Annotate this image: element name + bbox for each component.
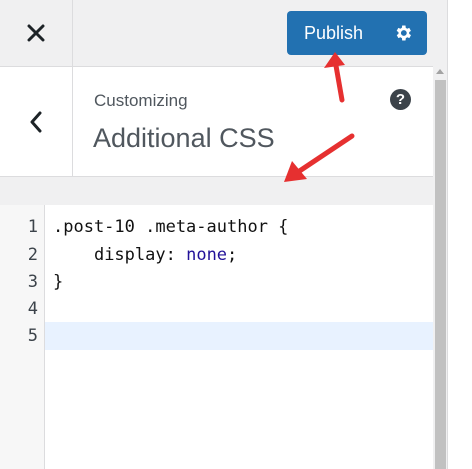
css-value: none <box>186 245 228 265</box>
line-number: 2 <box>27 245 38 265</box>
css-indent <box>53 245 94 265</box>
help-glyph: ? <box>395 91 406 108</box>
css-brace: { <box>267 217 289 237</box>
customizer-header: Publish <box>0 0 433 67</box>
chevron-left-icon <box>30 111 42 132</box>
line-number: 1 <box>27 217 38 237</box>
css-brace: } <box>53 272 64 292</box>
css-code-editor[interactable]: 1 2 3 4 5 .post-10 .meta-author { displa… <box>0 205 433 469</box>
code-line: } <box>53 272 63 292</box>
breadcrumb: Customizing <box>94 91 188 110</box>
close-button[interactable] <box>0 0 73 66</box>
css-colon: : <box>165 245 187 265</box>
code-line: .post-10 .meta-author { <box>53 217 288 237</box>
scrollbar-thumb[interactable] <box>435 80 446 469</box>
divider-band <box>0 177 433 205</box>
close-icon <box>27 24 45 42</box>
publish-button[interactable]: Publish <box>287 11 427 55</box>
customizer-panel: Publish Customizing Additional CSS ? 1 2… <box>0 0 433 469</box>
publish-label: Publish <box>304 23 364 43</box>
css-property: display <box>93 245 166 265</box>
gear-icon[interactable] <box>393 23 413 43</box>
scroll-up-arrow-icon[interactable] <box>436 69 444 74</box>
line-number: 4 <box>27 299 38 319</box>
back-button[interactable] <box>0 67 73 176</box>
code-line: display: none; <box>53 245 237 265</box>
line-number: 5 <box>27 326 38 346</box>
preview-edge <box>447 0 472 469</box>
section-header: Customizing Additional CSS ? <box>0 67 433 177</box>
active-line-highlight <box>45 322 433 350</box>
line-number: 3 <box>27 272 38 292</box>
help-icon[interactable]: ? <box>390 89 411 110</box>
css-semicolon: ; <box>227 245 238 265</box>
css-selector: .post-10 .meta-author <box>53 217 268 237</box>
page-title: Additional CSS <box>93 123 275 153</box>
